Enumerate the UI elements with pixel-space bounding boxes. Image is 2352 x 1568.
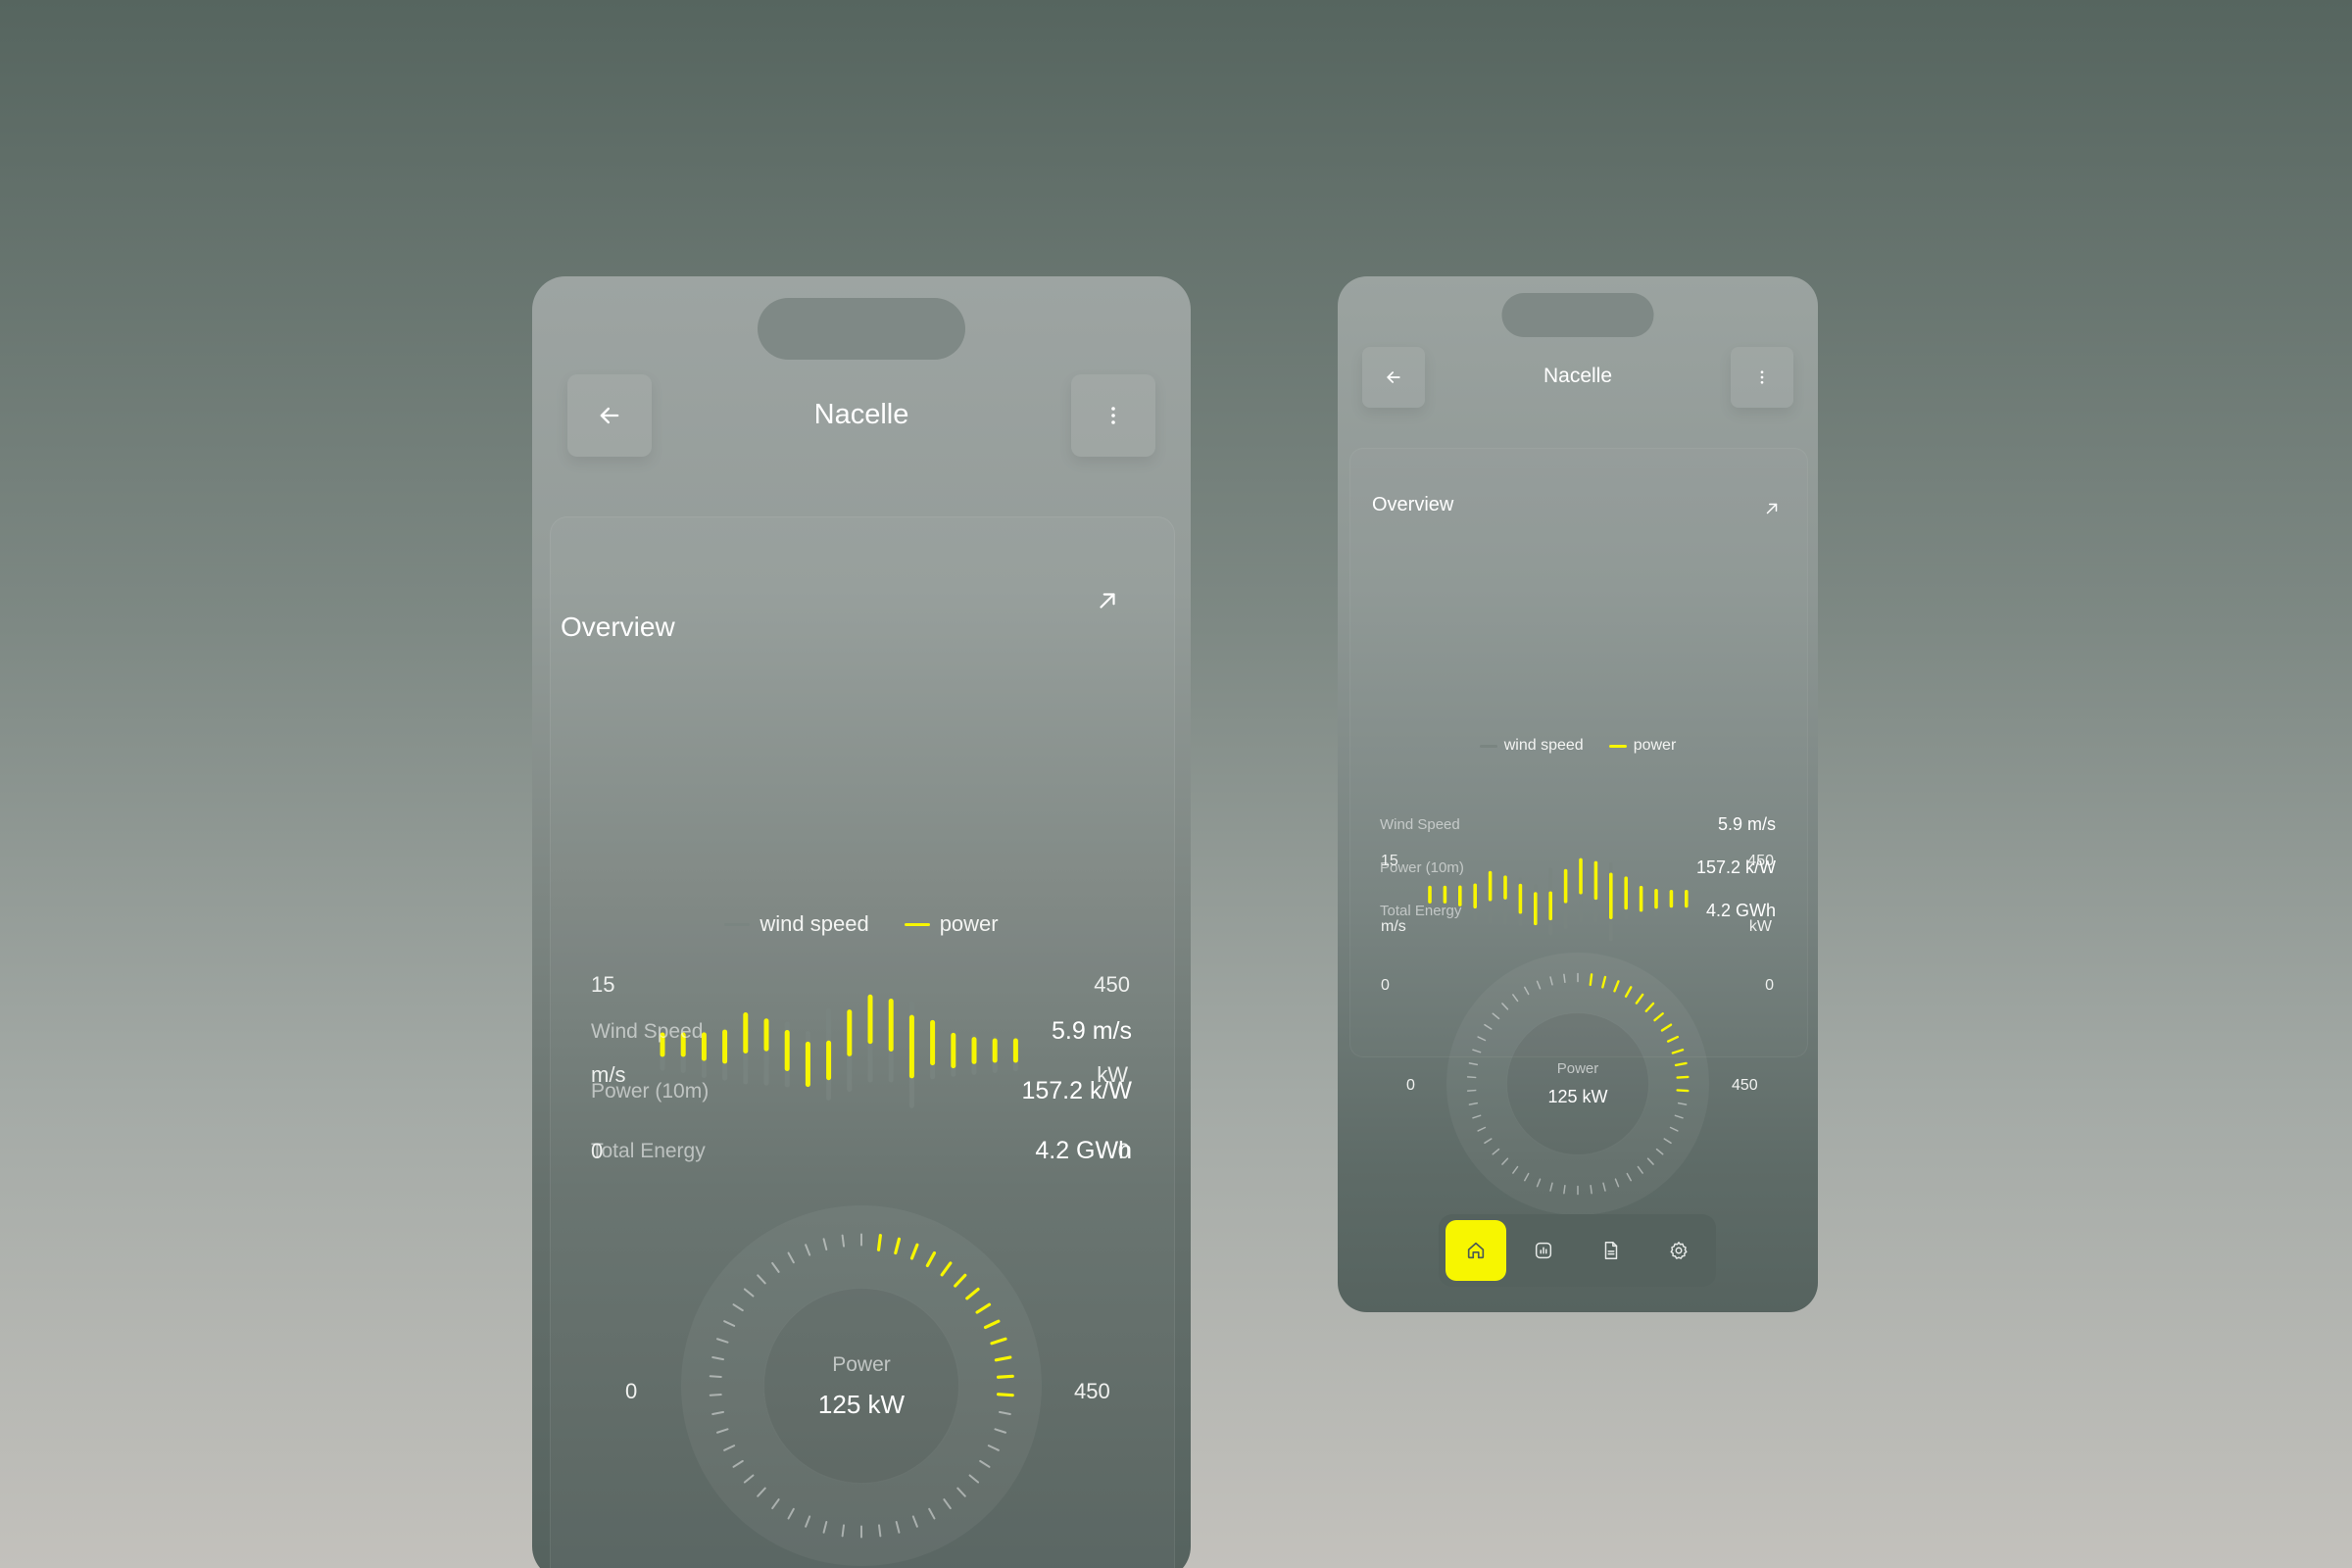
legend-label-wind-speed: wind speed [760,911,869,936]
legend-item-wind-speed: wind speed [724,911,869,937]
canvas: Nacelle Overview 15 m/s 0 450 kW 0 wind … [0,0,2352,1568]
overview-chart: 15 m/s 0 450 kW 0 [532,688,1191,1163]
tab-documents[interactable] [1581,1220,1642,1281]
gauge-value: 125 kW [817,1390,906,1419]
arrow-up-right-icon [1766,503,1778,514]
gauge-tick [1676,1075,1690,1079]
stat-label: Total Energy [591,1139,706,1162]
y-left-bottom-label: 0 [1381,977,1390,994]
tab-home[interactable] [1446,1220,1507,1281]
home-icon [1468,1242,1485,1259]
document-icon [1604,1242,1618,1259]
settings-icon [1670,1242,1688,1259]
stat-label: Power (10m) [591,1079,710,1102]
more-vertical-icon [1111,407,1115,424]
y-right-top-label: 450 [1094,972,1130,997]
stat-label: Wind Speed [1380,815,1460,833]
y-left-top-label: 15 [591,972,615,997]
arrow-up-right-icon [1100,593,1115,609]
legend-swatch-wind-speed [1479,744,1497,748]
y-right-bottom-label: 0 [1765,977,1774,994]
chart-legend: wind speed power [1338,737,1818,755]
expand-overview-button[interactable] [1095,588,1120,618]
stat-value: 157.2 k/W [1695,857,1776,877]
stat-value: 5.9 m/s [1052,1017,1132,1045]
chart-legend: wind speed power [532,911,1191,937]
stat-label: Total Energy [1380,902,1462,919]
stat-value: 5.9 m/s [1717,813,1776,834]
more-vertical-icon [1760,370,1764,384]
stat-row-wind-speed: Wind Speed 5.9 m/s [591,1002,1132,1061]
stat-value: 4.2 GWh [1705,900,1776,920]
stat-row-power: Power (10m) 157.2 k/W [591,1061,1132,1121]
stats-list: Wind Speed 5.9 m/s Power (10m) 157.2 k/W… [1380,803,1776,932]
overview-chart: 15 m/s 0 450 kW 0 [1338,570,1818,994]
more-menu-button[interactable] [1731,347,1793,408]
gauge-tick [1563,1184,1566,1195]
power-gauge: Power 125 kW [1446,953,1709,1215]
gauge-tick [1590,1184,1592,1195]
phone-notch [758,298,965,360]
gauge-label: Power [1556,1060,1599,1077]
gauge-inner-disc [763,1288,959,1484]
bar-chart-icon [1536,1242,1552,1259]
phone-large: Nacelle Overview 15 m/s 0 450 kW 0 wind … [532,276,1191,1568]
phone-notch [1501,293,1654,337]
gauge-tick [876,1234,882,1251]
stat-label: Wind Speed [591,1019,704,1043]
tab-settings[interactable] [1648,1220,1709,1281]
gauge-min-label: 0 [1406,1077,1415,1094]
chart-plot [660,994,1018,1108]
gauge-value: 125 kW [1547,1087,1608,1106]
stat-row-total-energy: Total Energy 4.2 GWh [1380,889,1776,932]
legend-item-wind-speed: wind speed [1479,737,1584,755]
stat-row-power: Power (10m) 157.2 k/W [1380,846,1776,889]
stat-row-total-energy: Total Energy 4.2 GWh [591,1121,1132,1181]
stat-label: Power (10m) [1380,858,1464,876]
legend-label-power: power [939,911,999,936]
legend-item-power: power [1608,737,1677,755]
chart-plot [1428,858,1689,942]
phone-small: Nacelle Overview 15 m/s 0 450 kW 0 wind … [1338,276,1818,1312]
gauge-max-label: 450 [1732,1077,1758,1094]
gauge-max-label: 450 [1074,1379,1110,1403]
stat-value: 4.2 GWh [1035,1137,1132,1164]
gauge-min-label: 0 [625,1379,638,1403]
gauge-tick [1466,1076,1477,1079]
legend-swatch-power [904,922,930,926]
legend-swatch-wind-speed [724,922,751,926]
expand-overview-button[interactable] [1763,500,1781,522]
gauge-dial [681,1205,1042,1566]
gauge-tick [841,1234,846,1248]
overview-title: Overview [1372,494,1454,515]
legend-label-wind-speed: wind speed [1503,737,1584,754]
legend-label-power: power [1633,737,1677,754]
bottom-tab-bar [1439,1214,1716,1287]
gauge-label: Power [832,1353,891,1376]
gauge-tick [1589,973,1593,987]
power-gauge: Power 125 kW [681,1205,1042,1566]
overview-title: Overview [561,612,675,642]
stat-row-wind-speed: Wind Speed 5.9 m/s [1380,803,1776,846]
legend-item-power: power [904,911,999,937]
legend-swatch-power [1608,744,1627,748]
stat-value: 157.2 k/W [1021,1077,1132,1104]
tab-statistics[interactable] [1513,1220,1574,1281]
gauge-tick [1563,973,1566,984]
stats-list: Wind Speed 5.9 m/s Power (10m) 157.2 k/W… [591,1002,1132,1181]
more-menu-button[interactable] [1071,374,1155,457]
gauge-tick [877,1524,882,1538]
gauge-inner-disc [1506,1012,1649,1155]
gauge-dial [1446,953,1709,1215]
gauge-tick [841,1524,846,1538]
